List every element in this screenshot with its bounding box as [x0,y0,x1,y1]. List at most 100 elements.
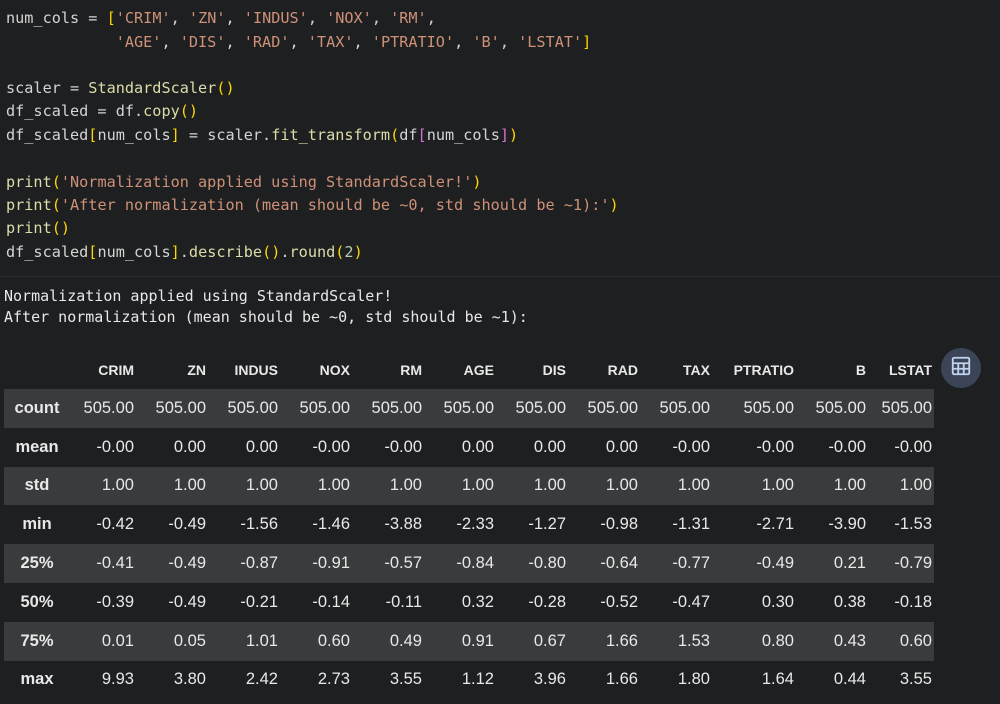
code-token: [ [106,9,116,27]
column-header: DIS [542,362,566,378]
table-cell: 1.00 [173,476,206,495]
table-cell: -0.00 [672,437,710,456]
code-token: scaler = [6,79,89,97]
table-cell: 1.00 [605,476,638,495]
code-token: 'RM' [390,9,427,27]
table-cell: -0.77 [672,554,710,573]
code-token: round [289,243,336,261]
table-cell: 505.00 [443,398,494,417]
output-line-1: Normalization applied using StandardScal… [4,287,393,305]
column-header: RM [400,362,422,378]
convert-to-interactive-table-button[interactable] [941,348,981,388]
table-cell: 505.00 [587,398,638,417]
code-token: print [6,219,52,237]
table-cell: 1.00 [101,476,134,495]
code-token: print [6,173,52,191]
table-cell: 1.00 [245,476,278,495]
row-label: max [20,670,54,689]
code-line: df_scaled = df.copy() [6,99,198,123]
code-token: () [179,102,199,120]
table-cell: 505.00 [227,398,278,417]
table-cell: 0.91 [461,631,494,650]
code-token: = scaler. [179,126,272,144]
table-cell: -1.46 [312,515,350,534]
code-token: ) [609,196,619,214]
code-token: . [179,243,189,261]
code-token: ] [170,126,180,144]
code-token: [ [417,126,427,144]
column-header: CRIM [98,362,134,378]
table-cell: -0.39 [96,592,134,611]
row-label: 75% [20,631,54,650]
table-cell: 0.60 [317,631,350,650]
table-cell: 0.49 [389,631,422,650]
index-header [4,351,70,389]
code-token: print [6,196,52,214]
code-token: 'DIS' [179,33,226,51]
code-token: df [399,126,418,144]
table-cell: 0.05 [173,631,206,650]
table-cell: -0.49 [168,515,206,534]
code-token: , [499,33,519,51]
code-token: 'ZN' [188,9,226,27]
output-line-2: After normalization (mean should be ~0, … [4,308,528,326]
code-cell[interactable]: num_cols = ['CRIM', 'ZN', 'INDUS', 'NOX'… [0,0,1000,276]
table-cell: -3.90 [828,515,866,534]
column-header: NOX [319,362,350,378]
code-token: num_cols [97,243,171,261]
table-cell: 1.53 [677,631,710,650]
code-token: , [426,9,436,27]
code-token: 'After normalization (mean should be ~0,… [60,196,610,214]
code-token: () [262,243,281,261]
table-cell: -2.33 [456,515,494,534]
table-cell: -0.18 [894,592,932,611]
code-token: df_scaled = df. [6,102,144,120]
row-label: 50% [20,592,54,611]
row-label: count [14,398,60,417]
table-cell: -0.28 [528,592,566,611]
table-cell: 505.00 [659,398,710,417]
table-cell: 0.38 [833,592,866,611]
code-token: () [51,219,71,237]
code-line: scaler = StandardScaler() [6,76,235,100]
table-cell: -0.14 [312,592,350,611]
code-token: , [353,33,372,51]
table-cell: 505.00 [371,398,422,417]
table-cell: -0.79 [894,554,932,573]
table-cell: 3.96 [533,670,566,689]
table-cell: 505.00 [83,398,134,417]
column-header: INDUS [234,362,278,378]
code-line: print('Normalization applied using Stand… [6,170,482,194]
code-token: 'RAD' [243,33,290,51]
code-token: num_cols = [6,9,107,27]
code-token: ) [472,173,482,191]
code-token: 'CRIM' [115,9,171,27]
code-line: print('After normalization (mean should … [6,193,619,217]
code-token: , [161,33,180,51]
table-row: 75% 0.01 0.05 1.01 0.60 0.49 0.91 0.67 1.66 1.53 0… [4,621,934,661]
describe-table: CRIM ZN INDUS NOX RM AGE DIS RAD TAX PTRATIO B LSTA… [4,351,934,700]
table-cell: 0.01 [101,631,134,650]
table-cell: 0.00 [173,437,206,456]
code-token: ( [390,126,400,144]
table-cell: 0.43 [833,631,866,650]
code-token: , [454,33,473,51]
table-cell: -0.49 [168,592,206,611]
code-token: 'Normalization applied using StandardSca… [60,173,473,191]
table-cell: 0.32 [461,592,494,611]
code-token: ( [51,196,61,214]
table-cell: -0.00 [756,437,794,456]
table-row: 50% -0.39 -0.49 -0.21 -0.14 -0.11 0.32 -0.28 -0.… [4,582,934,622]
code-line: df_scaled[num_cols].describe().round(2) [6,240,363,264]
table-cell: 1.00 [461,476,494,495]
table-cell: 1.00 [533,476,566,495]
table-cell: -0.00 [894,437,932,456]
table-cell: -1.56 [240,515,278,534]
table-cell: 1.12 [461,670,494,689]
code-token: describe [188,243,263,261]
table-cell: -0.47 [672,592,710,611]
table-cell: 1.66 [605,670,638,689]
code-token: 'AGE' [115,33,162,51]
table-cell: -0.00 [828,437,866,456]
code-token: ] [499,126,509,144]
